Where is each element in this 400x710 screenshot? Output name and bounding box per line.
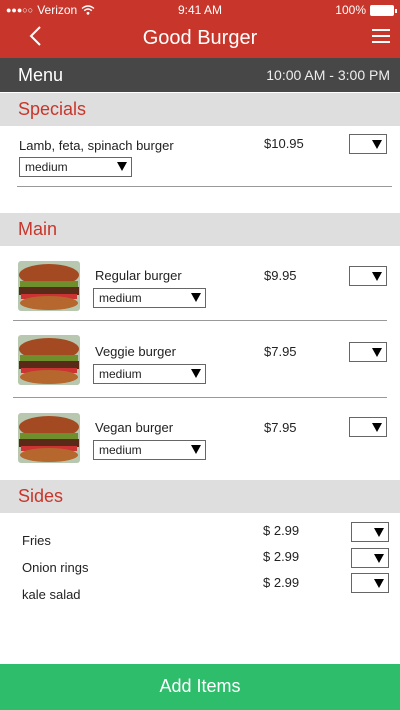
item-name: Vegan burger <box>95 420 174 435</box>
chevron-down-icon <box>374 528 384 537</box>
side-item-2: kale salad $ 2.99 <box>0 572 400 602</box>
chevron-down-icon <box>191 445 201 454</box>
doneness-select[interactable]: medium <box>93 364 206 384</box>
doneness-select[interactable]: medium <box>93 288 206 308</box>
item-price: $ 2.99 <box>263 523 300 538</box>
menu-item-main-0: Regular burger $9.95 medium <box>0 258 400 322</box>
side-item-1: Onion rings $ 2.99 <box>0 546 400 575</box>
section-header-specials: Specials <box>0 93 400 126</box>
doneness-select[interactable]: medium <box>93 440 206 460</box>
item-name: kale salad <box>22 587 81 602</box>
menu-item-specials-0: Lamb, feta, spinach burger $10.95 medium <box>0 126 400 188</box>
menu-item-main-2: Vegan burger $7.95 medium <box>0 410 400 470</box>
quantity-select[interactable] <box>349 266 387 286</box>
side-item-0: Fries $ 2.99 <box>0 520 400 548</box>
divider <box>17 186 392 187</box>
item-price: $ 2.99 <box>263 575 300 590</box>
menu-item-main-1: Veggie burger $7.95 medium <box>0 334 400 398</box>
opening-hours: 10:00 AM - 3:00 PM <box>266 67 390 83</box>
doneness-select[interactable]: medium <box>19 157 132 177</box>
doneness-value: medium <box>99 291 142 305</box>
item-price: $ 2.99 <box>263 549 300 564</box>
quantity-select[interactable] <box>351 548 389 568</box>
chevron-down-icon <box>374 579 384 588</box>
section-header-sides: Sides <box>0 480 400 513</box>
chevron-down-icon <box>372 272 382 281</box>
item-price: $7.95 <box>264 420 297 435</box>
nav-bar: Good Burger <box>0 20 400 58</box>
item-price: $7.95 <box>264 344 297 359</box>
quantity-select[interactable] <box>351 573 389 593</box>
item-name: Veggie burger <box>95 344 176 359</box>
quantity-select[interactable] <box>349 417 387 437</box>
burger-photo <box>18 335 80 385</box>
divider <box>13 397 387 398</box>
quantity-select[interactable] <box>349 342 387 362</box>
chevron-down-icon <box>372 423 382 432</box>
doneness-value: medium <box>99 443 142 457</box>
menu-bar: Menu 10:00 AM - 3:00 PM <box>0 58 400 92</box>
chevron-down-icon <box>191 293 201 302</box>
section-header-main: Main <box>0 213 400 246</box>
quantity-select[interactable] <box>349 134 387 154</box>
battery-icon <box>370 4 397 16</box>
menu-label: Menu <box>18 65 64 85</box>
battery-percent: 100% <box>335 3 366 17</box>
chevron-down-icon <box>372 140 382 149</box>
battery-info: 100% <box>335 3 397 17</box>
chevron-down-icon <box>117 162 127 171</box>
quantity-select[interactable] <box>351 522 389 542</box>
status-bar: ●●●○○ Verizon 9:41 AM 100% <box>0 0 400 20</box>
item-name: Lamb, feta, spinach burger <box>19 138 174 153</box>
app-header: ●●●○○ Verizon 9:41 AM 100% Good Burger <box>0 0 400 58</box>
burger-photo <box>18 261 80 311</box>
doneness-value: medium <box>25 160 68 174</box>
item-price: $10.95 <box>264 136 304 151</box>
chevron-down-icon <box>374 554 384 563</box>
item-name: Regular burger <box>95 268 182 283</box>
divider <box>13 320 387 321</box>
add-items-button[interactable]: Add Items <box>0 664 400 710</box>
chevron-down-icon <box>191 369 201 378</box>
chevron-down-icon <box>372 348 382 357</box>
page-title: Good Burger <box>142 27 258 49</box>
item-price: $9.95 <box>264 268 297 283</box>
doneness-value: medium <box>99 367 142 381</box>
hamburger-menu-icon[interactable] <box>372 29 390 43</box>
burger-photo <box>18 413 80 463</box>
